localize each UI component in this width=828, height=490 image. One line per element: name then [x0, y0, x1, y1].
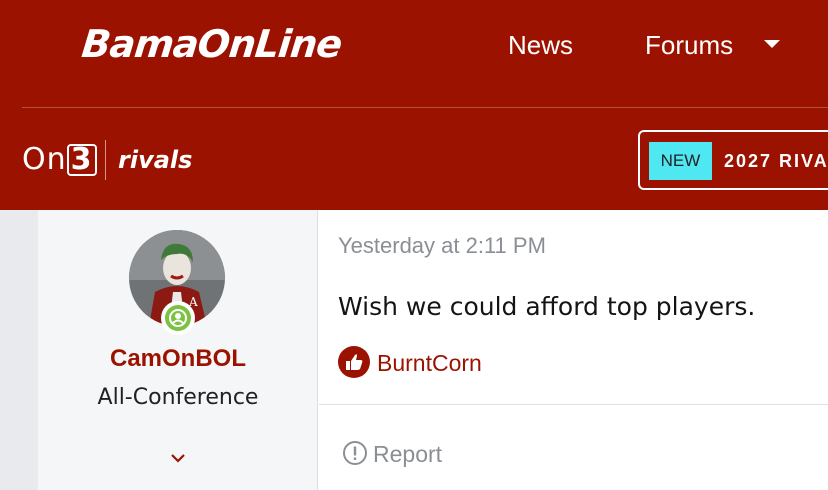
post-author-username[interactable]: CamOnBOL: [38, 344, 318, 374]
on3-logo[interactable]: On 3: [22, 142, 97, 178]
rivals-logo[interactable]: rivals: [118, 143, 192, 177]
online-status-icon: [161, 301, 195, 335]
chevron-down-icon[interactable]: [169, 450, 187, 466]
on3-logo-prefix: On: [22, 142, 67, 177]
new-badge: NEW: [649, 142, 712, 180]
promo-banner[interactable]: NEW 2027 RIVA: [638, 130, 828, 190]
reaction-user-link[interactable]: BurntCorn: [377, 346, 482, 380]
chevron-down-icon[interactable]: [764, 40, 780, 48]
exclamation-circle-icon: [343, 441, 367, 465]
post-footer-divider: [319, 404, 828, 405]
post-message: Wish we could afford top players.: [338, 292, 756, 321]
thumbs-up-icon: [338, 346, 370, 378]
report-label: Report: [373, 441, 443, 467]
site-header: BamaOnLine News Forums On 3 rivals NEW 20…: [0, 0, 828, 210]
post-user-pane: A CamOnBOL All-Conference: [38, 210, 318, 490]
post-author-title: All-Conference: [97, 385, 259, 410]
nav-news-link[interactable]: News: [508, 28, 573, 62]
promo-text: 2027 RIVA: [724, 151, 828, 171]
nav-forums-link[interactable]: Forums: [645, 28, 733, 62]
brand-separator: [105, 140, 106, 180]
header-divider: [22, 107, 828, 108]
on3-logo-suffix: 3: [66, 144, 97, 176]
site-logo[interactable]: BamaOnLine: [79, 18, 344, 70]
forum-post: A CamOnBOL All-Conference Yesterday at 2…: [38, 210, 828, 490]
post-timestamp[interactable]: Yesterday at 2:11 PM: [338, 232, 546, 260]
